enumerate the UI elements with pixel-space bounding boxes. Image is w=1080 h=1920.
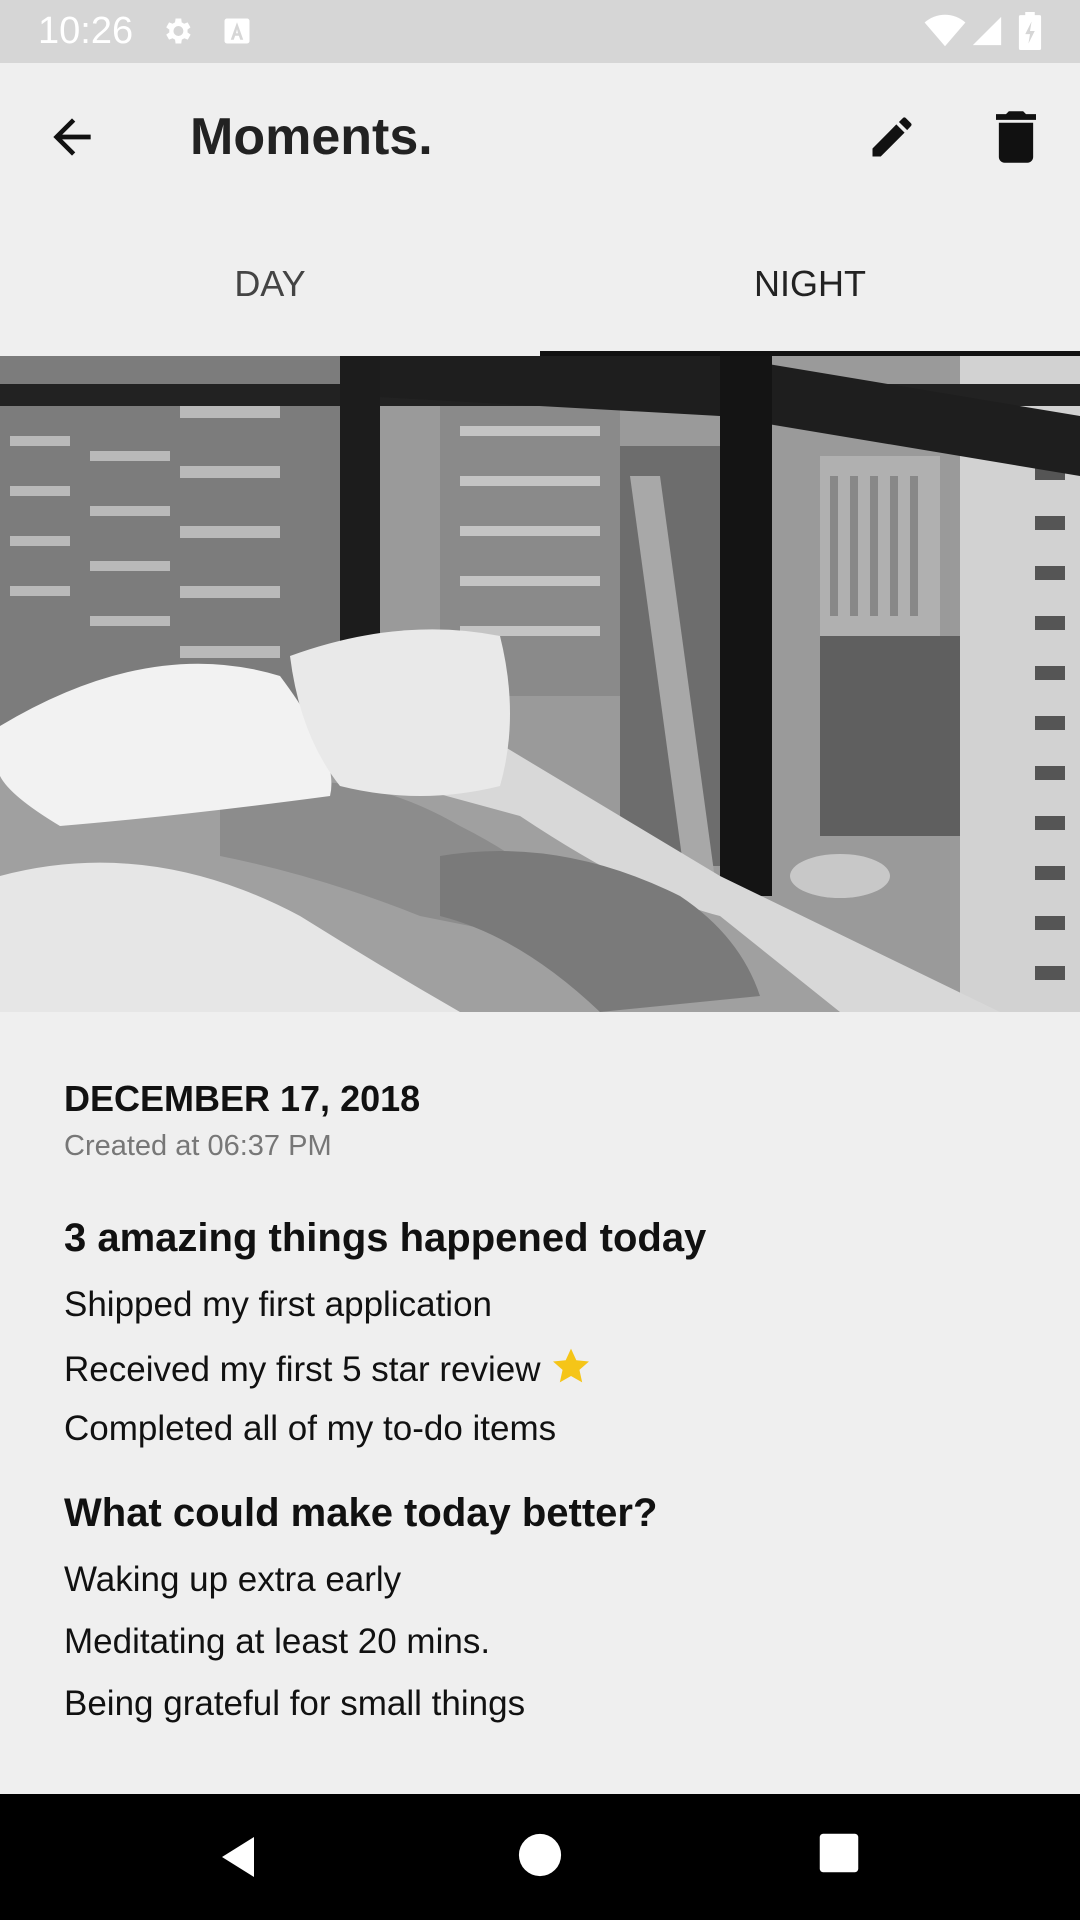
back-arrow-icon[interactable] xyxy=(44,109,100,165)
entry-created-time: Created at 06:37 PM xyxy=(64,1130,332,1162)
nav-home-icon[interactable] xyxy=(517,1832,563,1878)
tab-bar: DAY NIGHT xyxy=(0,208,1080,357)
moment-content: DECEMBER 17, 2018 Created at 06:37 PM 3 … xyxy=(64,1078,1024,1726)
signal-icon xyxy=(972,16,1002,46)
entry-date: DECEMBER 17, 2018 xyxy=(64,1078,421,1119)
list-item: Completed all of my to-do items xyxy=(64,1409,557,1448)
wifi-icon xyxy=(924,14,966,47)
nav-back-icon[interactable] xyxy=(214,1832,262,1882)
nav-recents-icon[interactable] xyxy=(818,1832,860,1874)
star-icon xyxy=(552,1348,589,1383)
gear-icon xyxy=(166,18,191,44)
list-item: Shipped my first application xyxy=(64,1285,492,1324)
system-nav-bar xyxy=(0,1794,1080,1920)
list-item: Received my first 5 star review xyxy=(64,1345,1024,1389)
section-title: What could make today better? xyxy=(64,1491,658,1535)
list-item-text: Received my first 5 star review xyxy=(64,1350,541,1389)
list-item: Being grateful for small things xyxy=(64,1684,526,1723)
trash-icon[interactable] xyxy=(996,111,1036,163)
moment-photo xyxy=(0,356,1080,1012)
font-a-icon xyxy=(224,18,250,44)
tab-night[interactable]: NIGHT xyxy=(540,208,1080,356)
app-bar: Moments. xyxy=(0,63,1080,208)
list-item: Meditating at least 20 mins. xyxy=(64,1622,491,1661)
status-bar: 10:26 xyxy=(0,0,1080,63)
status-time: 10:26 xyxy=(38,10,134,52)
list-item: Waking up extra early xyxy=(64,1560,402,1599)
tab-day[interactable]: DAY xyxy=(0,208,540,356)
battery-icon xyxy=(1018,12,1042,50)
page-title: Moments. xyxy=(190,108,433,166)
section-title: 3 amazing things happened today xyxy=(64,1216,707,1260)
pencil-icon[interactable] xyxy=(866,111,918,163)
